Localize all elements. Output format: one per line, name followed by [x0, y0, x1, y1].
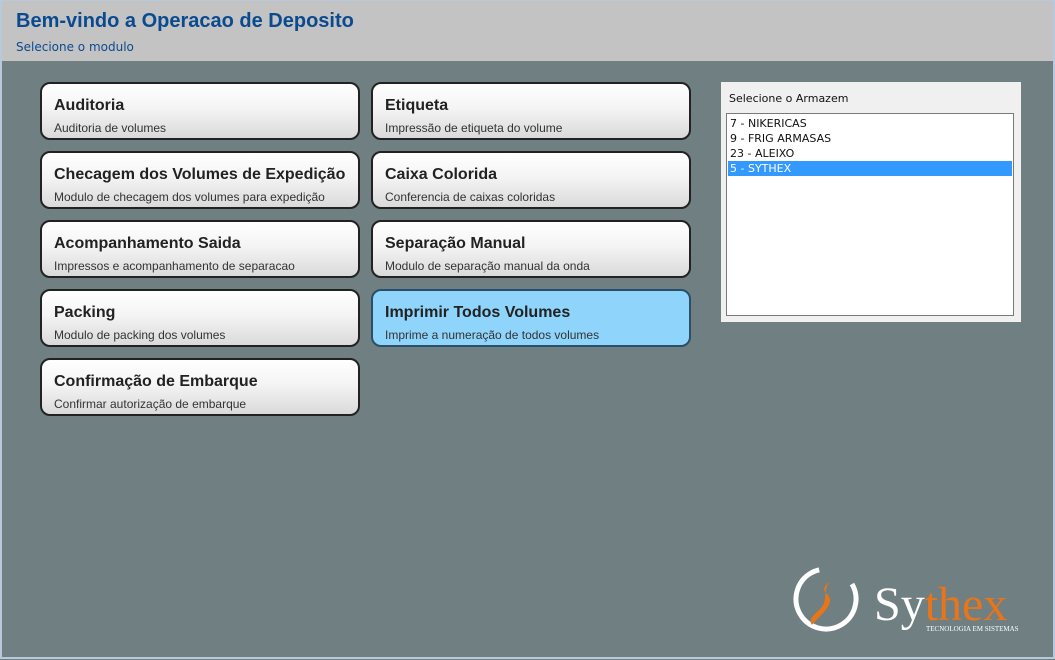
module-title: Etiqueta: [385, 97, 449, 114]
logo-tagline: TECNOLOGIA EM SISTEMAS: [926, 625, 1019, 633]
page-subtitle: Selecione o modulo: [16, 40, 134, 54]
module-tile-packing[interactable]: Packing Modulo de packing dos volumes: [40, 289, 360, 347]
page-header: Bem-vindo a Operacao de Deposito Selecio…: [2, 1, 1053, 61]
module-tile-auditoria[interactable]: Auditoria Auditoria de volumes: [40, 82, 360, 140]
module-description: Conferencia de caixas coloridas: [385, 190, 556, 204]
warehouse-option-selected[interactable]: 5 - SYTHEX: [728, 161, 1012, 176]
module-tile-confirmacao-embarque[interactable]: Confirmação de Embarque Confirmar autori…: [40, 358, 360, 416]
logo-brand: Sythex: [874, 578, 1007, 631]
module-title: Confirmação de Embarque: [54, 373, 258, 390]
module-tile-caixa-colorida[interactable]: Caixa Colorida Conferencia de caixas col…: [371, 151, 691, 209]
warehouse-panel: Selecione o Armazem 7 - NIKERICAS 9 - FR…: [721, 82, 1021, 322]
module-tile-imprimir-todos-volumes[interactable]: Imprimir Todos Volumes Imprime a numeraç…: [371, 289, 691, 347]
module-description: Modulo de packing dos volumes: [54, 328, 226, 342]
sythex-swirl-icon: [793, 566, 859, 632]
module-description: Modulo de separação manual da onda: [385, 259, 590, 273]
module-description: Auditoria de volumes: [54, 121, 167, 135]
warehouse-listbox[interactable]: 7 - NIKERICAS 9 - FRIG ARMASAS 23 - ALEI…: [726, 113, 1014, 316]
module-description: Modulo de checagem dos volumes para expe…: [54, 190, 325, 204]
module-title: Acompanhamento Saida: [54, 235, 241, 252]
module-title: Packing: [54, 304, 116, 321]
module-description: Imprime a numeração de todos volumes: [385, 328, 600, 342]
sythex-logo: Sythex TECNOLOGIA EM SISTEMAS: [793, 566, 1019, 633]
module-tile-checagem-volumes[interactable]: Checagem dos Volumes de Expedição Modulo…: [40, 151, 360, 209]
module-tile-acompanhamento-saida[interactable]: Acompanhamento Saida Impressos e acompan…: [40, 220, 360, 278]
warehouse-option[interactable]: 9 - FRIG ARMASAS: [728, 131, 1012, 146]
page-title: Bem-vindo a Operacao de Deposito: [16, 10, 354, 32]
module-title: Separação Manual: [385, 235, 526, 252]
warehouse-label: Selecione o Armazem: [729, 92, 849, 105]
warehouse-option[interactable]: 23 - ALEIXO: [728, 146, 1012, 161]
module-title: Caixa Colorida: [385, 166, 498, 183]
module-description: Impressos e acompanhamento de separacao: [54, 259, 295, 273]
module-description: Confirmar autorização de embarque: [54, 397, 247, 411]
module-title: Checagem dos Volumes de Expedição: [54, 166, 346, 183]
module-tile-etiqueta[interactable]: Etiqueta Impressão de etiqueta do volume: [371, 82, 691, 140]
module-description: Impressão de etiqueta do volume: [385, 121, 563, 135]
module-tile-separacao-manual[interactable]: Separação Manual Modulo de separação man…: [371, 220, 691, 278]
module-title: Imprimir Todos Volumes: [385, 304, 571, 321]
warehouse-option[interactable]: 7 - NIKERICAS: [728, 116, 1012, 131]
module-title: Auditoria: [54, 97, 125, 114]
